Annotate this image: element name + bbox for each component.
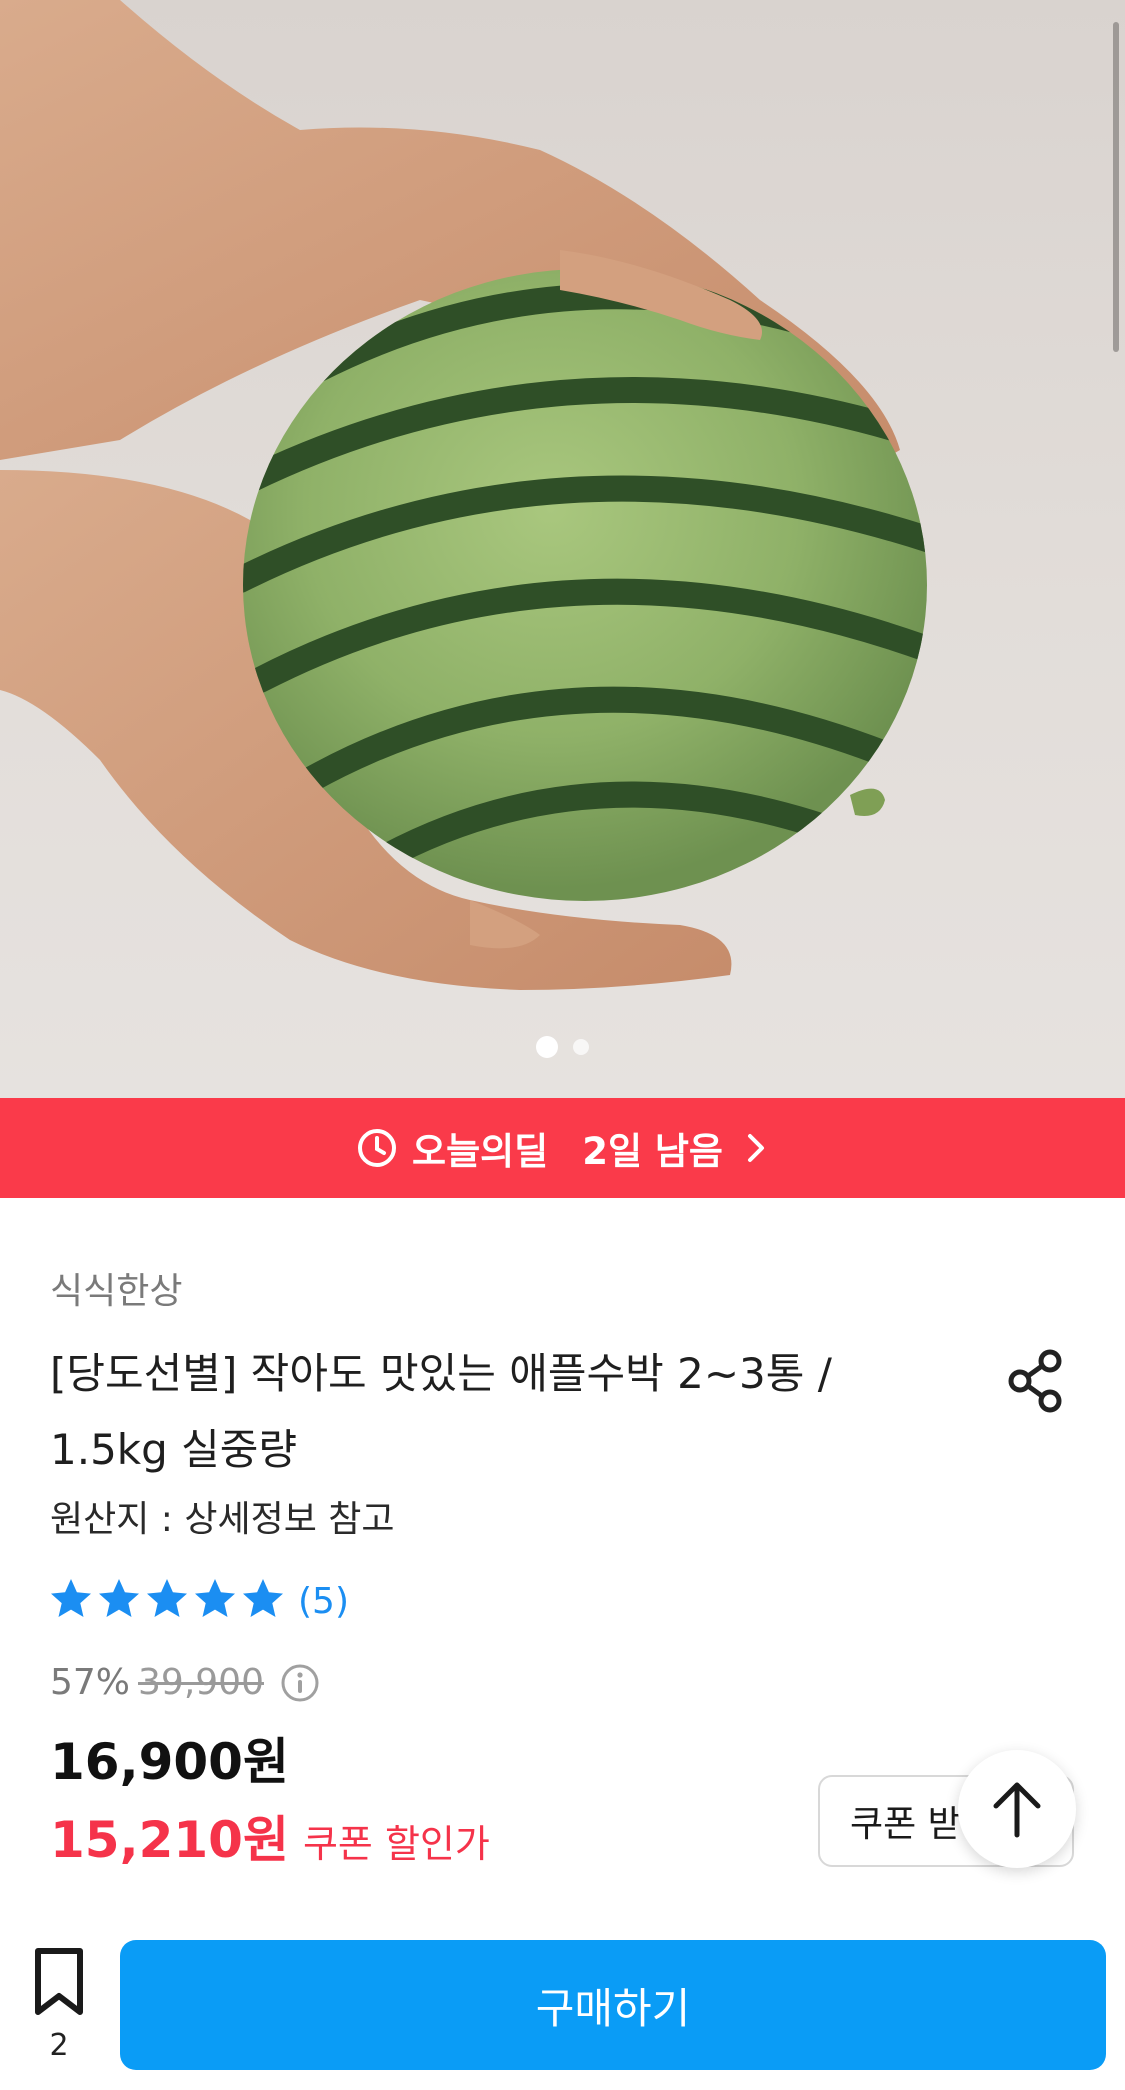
today-deal-banner[interactable]: 오늘의딜 2일 남음 <box>0 1098 1125 1198</box>
deal-remaining-time: 2일 남음 <box>582 1130 723 1173</box>
brand-name[interactable]: 식식한상 <box>50 1262 182 1314</box>
sale-price: 16,900원 <box>50 1733 289 1791</box>
product-image <box>0 0 927 990</box>
scroll-to-top-button[interactable] <box>958 1750 1076 1868</box>
star-icon <box>51 1579 91 1617</box>
original-price-row: 57% 39,900 <box>50 1662 320 1703</box>
bookmark-button[interactable]: 2 <box>28 1946 90 2066</box>
star-icon <box>195 1579 235 1617</box>
bookmark-count: 2 <box>49 2028 69 2063</box>
buy-button[interactable]: 구매하기 <box>120 1940 1106 2070</box>
origin-info: 원산지 : 상세정보 참고 <box>50 1499 395 1540</box>
star-icon <box>243 1579 283 1617</box>
arrow-up-icon <box>993 1782 1041 1838</box>
carousel-indicator <box>0 1036 1125 1058</box>
star-rating <box>48 1576 288 1626</box>
carousel-dot-active[interactable] <box>535 1036 558 1058</box>
clock-icon <box>358 1129 397 1167</box>
star-icon <box>99 1579 139 1617</box>
product-title: [당도선별] 작아도 맛있는 애플수박 2~3통 / 1.5kg 실중량 <box>50 1349 832 1474</box>
share-icon[interactable] <box>1006 1348 1066 1414</box>
rating[interactable]: (5) <box>48 1576 349 1626</box>
info-icon[interactable] <box>280 1663 320 1703</box>
product-image-carousel[interactable] <box>0 0 1125 1098</box>
discount-rate: 57% <box>50 1662 131 1703</box>
carousel-dot[interactable] <box>573 1039 590 1055</box>
original-price: 39,900 <box>138 1662 264 1703</box>
bookmark-icon <box>35 1948 83 2015</box>
coupon-price: 15,210원 <box>50 1811 289 1869</box>
review-count[interactable]: (5) <box>298 1581 349 1622</box>
coupon-price-row: 15,210원 쿠폰 할인가 <box>50 1800 490 1872</box>
deal-label: 오늘의딜 <box>412 1130 549 1173</box>
chevron-right-icon <box>747 1134 764 1162</box>
star-icon <box>147 1579 187 1617</box>
coupon-price-label: 쿠폰 할인가 <box>302 1822 490 1866</box>
scrollbar[interactable] <box>1113 22 1119 352</box>
